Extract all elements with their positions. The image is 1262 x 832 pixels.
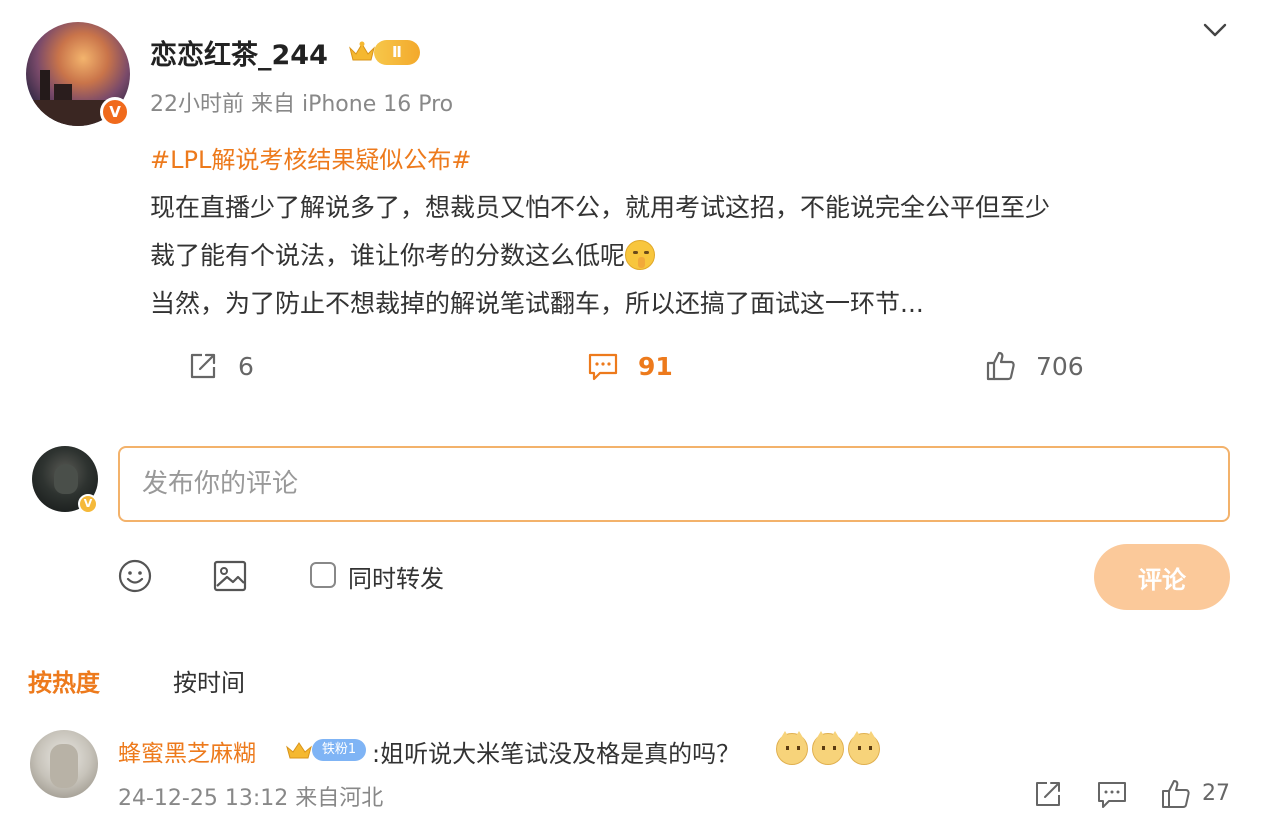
image-icon[interactable] <box>212 558 248 594</box>
content-line: 当然，为了防止不想裁掉的解说笔试翻车，所以还搞了面试这一环节... <box>150 289 924 318</box>
tab-sort-by-time[interactable]: 按时间 <box>173 663 245 698</box>
hashtag-link[interactable]: #LPL解说考核结果疑似公布# <box>150 140 471 175</box>
share-icon[interactable] <box>1032 778 1064 810</box>
like-count: 706 <box>1036 351 1084 381</box>
content-line-text: 裁了能有个说法，谁让你考的分数这么低呢 <box>150 241 626 270</box>
submit-comment-button[interactable]: 评论 <box>1094 544 1230 610</box>
weibo-post: V 恋恋红茶_244 Ⅱ 22小时前 来自 iPhone 16 Pro #LPL… <box>0 0 1262 832</box>
cat-emoji-icon <box>812 731 844 765</box>
crown-icon <box>349 41 375 61</box>
repost-button[interactable]: 6 <box>186 346 254 386</box>
thumbs-up-icon[interactable] <box>1160 778 1192 810</box>
vip-level-badge[interactable]: Ⅱ <box>374 40 420 65</box>
verified-badge-icon: V <box>78 494 98 514</box>
emoji-icon[interactable] <box>117 558 153 594</box>
post-content: 现在直播少了解说多了，想裁员又怕不公，就用考试这招，不能说完全公平但至少 裁了能… <box>150 184 1240 328</box>
verified-badge-icon: V <box>100 97 130 127</box>
comment-button[interactable]: 91 <box>586 346 673 386</box>
chevron-down-icon[interactable] <box>1202 20 1228 40</box>
cat-emoji-icon <box>776 731 808 765</box>
commenter-avatar[interactable] <box>30 730 98 798</box>
post-meta: 22小时前 来自 iPhone 16 Pro <box>150 92 454 117</box>
commenter-username[interactable]: 蜂蜜黑芝麻糊 <box>118 734 256 768</box>
tab-sort-by-hot[interactable]: 按热度 <box>28 663 100 698</box>
thumbs-up-icon <box>986 351 1015 381</box>
comment-count: 91 <box>638 351 673 381</box>
repost-checkbox[interactable] <box>310 562 336 588</box>
content-line: 现在直播少了解说多了，想裁员又怕不公，就用考试这招，不能说完全公平但至少 <box>150 193 1051 222</box>
fan-level-badge[interactable]: 铁粉1 <box>312 739 366 761</box>
shush-emoji-icon <box>625 240 656 270</box>
repost-checkbox-label[interactable]: 同时转发 <box>348 559 444 594</box>
comment-icon[interactable] <box>1096 778 1128 810</box>
comment-text: :姐听说大米笔试没及格是真的吗？ <box>372 740 741 768</box>
cat-emoji-icon <box>848 731 880 765</box>
repost-count: 6 <box>238 351 254 381</box>
comment-like-count: 27 <box>1202 781 1230 806</box>
like-button[interactable]: 706 <box>984 346 1084 386</box>
share-icon <box>190 353 216 379</box>
comment-meta: 24-12-25 13:12 来自河北 <box>118 786 384 811</box>
comment-input[interactable] <box>118 446 1230 522</box>
content-line: 裁了能有个说法，谁让你考的分数这么低呢 <box>150 232 1240 280</box>
fan-crown-icon <box>286 742 312 759</box>
comment-icon <box>588 353 618 381</box>
author-username[interactable]: 恋恋红茶_244 <box>150 33 328 72</box>
